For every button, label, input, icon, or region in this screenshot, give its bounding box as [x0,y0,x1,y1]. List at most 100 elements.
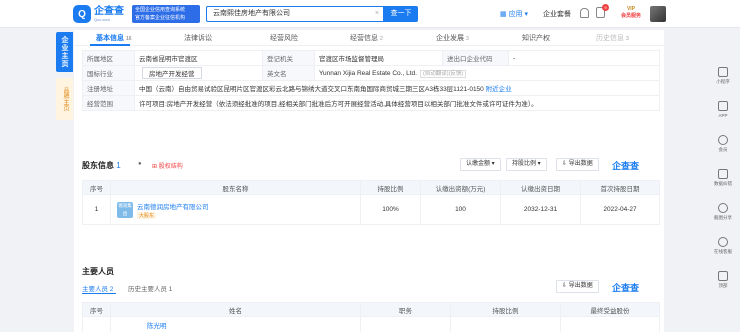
search-value: 云南熙佳房地产有限公司 [213,10,290,17]
shareholders-table: 序号 股东名称 持股比例 认缴出资额(万元) 认缴出资日期 首次持股日期 1 德… [82,180,660,225]
en-name-cell: Yunnan Xijia Real Estate Co., Ltd. (自动翻译)… [314,65,660,81]
p-col-benefit: 最终受益股份 [560,302,660,317]
phone-icon[interactable] [580,8,589,18]
en-name-note[interactable]: (自动翻译)(反馈) [419,70,467,78]
ad-banner[interactable]: 全国企业信用查询系统 官方备案企业征信机构 [132,5,200,23]
tab-risk[interactable]: 经营风险 [270,33,298,43]
message-badge: 9 [602,4,609,11]
ad-line-2: 官方备案企业征信机构 [135,15,186,21]
back-to-top-button[interactable]: 顶部 [708,271,738,301]
basic-info-table: 所属地区 云南省昆明市官渡区 登记机关 官渡区市场监督管理局 进出口企业代码 -… [82,50,660,111]
export-shareholders-button[interactable]: ⇩ 导出数据 [556,158,599,171]
online-service-button[interactable]: 在线客服 [708,237,738,267]
industry-label: 国标行业 [82,65,135,81]
member-icon [718,135,728,145]
reg-org-label: 登记机关 [262,50,315,66]
ie-code-value: - [508,50,660,66]
app-menu[interactable]: ▦ 应用 ▾ [500,9,528,19]
reg-org-value: 官渡区市场监督管理局 [314,50,443,66]
personnel-table: 序号 姓名 职务 持股比例 最终受益股份 陈光明 [82,302,660,332]
export-personnel-button[interactable]: ⇩ 导出数据 [556,280,599,293]
p-col-name: 姓名 [110,302,361,317]
p-col-ratio: 持股比例 [450,302,561,317]
p-col-position: 职务 [360,302,451,317]
qcc-logo[interactable]: Q 企查查 Qcc.com [73,4,124,24]
search-input[interactable]: 云南熙佳房地产有限公司 × [206,6,384,22]
address-cell: 中国（云南）自由贸易试验区昆明片区官渡区彩云北路与锦绣大道交叉口东南角国际商贸城… [134,80,660,96]
tab-legal[interactable]: 法律诉讼 [184,33,212,43]
top-bar: Q 企查查 Qcc.com 全国企业信用查询系统 官方备案企业征信机构 云南熙佳… [0,0,740,28]
col-first-date[interactable]: 首次持股日期 [580,180,660,195]
row-amount: 100 [420,194,501,225]
logo-subtext: Qcc.com [94,17,110,22]
miniprogram-button[interactable]: 小程序 [708,67,738,97]
row-index: 1 [82,194,111,225]
logo-text: 企查查 [94,6,124,17]
enterprise-menu[interactable]: 企业套餐 [543,9,571,19]
clear-icon[interactable]: × [375,7,379,21]
ratio-filter[interactable]: 持股比例 ▾ [506,158,547,171]
shareholder-logo: 德润集团 [117,201,133,218]
industry-value[interactable]: 房地产开发经营 [142,67,202,79]
search-button[interactable]: 查一下 [384,6,418,22]
tab-history-personnel[interactable]: 历史主要人员 1 [128,283,172,293]
logo-mark-icon: Q [73,5,91,23]
scope-value: 许可项目:房地产开发经营（依法须经批准的项目,经相关部门批准后方可开展经营活动,… [134,95,660,111]
row-name-cell: 德润集团 云南德润房地产有限公司 大股东 [110,194,361,225]
industry-cell: 房地产开发经营 [134,65,263,81]
miniprogram-icon [718,67,728,77]
table-row: 陈光明 [82,316,660,332]
brand-watermark: 企查查 [612,161,640,171]
ie-code-label: 进出口企业代码 [442,50,509,66]
nearby-companies-link[interactable]: 附近企业 [486,86,512,93]
sub-tab-indicator [82,293,116,294]
app-icon [718,101,728,111]
correction-icon [718,169,728,179]
side-tab-brand[interactable]: 品牌主页 [56,78,73,120]
equity-structure-link[interactable]: ⊞ 股权结构 [152,161,183,170]
avatar[interactable] [650,6,666,22]
row-paid-date: 2032-12-31 [500,194,581,225]
vip-button[interactable]: VIP 会员服务 [618,6,644,22]
member-button[interactable]: 会员 [708,135,738,165]
tab-operation[interactable]: 经营信息 2 [350,33,383,43]
top-arrow-icon [718,271,728,281]
personnel-title: 主要人员 [82,267,114,276]
tab-current-personnel[interactable]: 主要人员 2 [82,283,113,293]
en-name-label: 英文名 [262,65,315,81]
major-shareholder-tag: 大股东 [137,211,157,219]
col-paid-date[interactable]: 认缴出资日期 [500,180,581,195]
right-float-bar: 小程序 APP 会员 数据纠错 截图分享 在线客服 顶部 [708,63,738,301]
en-name-value: Yunnan Xijia Real Estate Co., Ltd. [319,70,417,77]
tab-basic-info[interactable]: 基本信息 16 [96,33,132,43]
side-tab-company[interactable]: 企业主页 [56,32,73,72]
tab-history[interactable]: 历史信息 3 [596,33,629,43]
col-name: 股东名称 [110,180,361,195]
shareholder-name-link[interactable]: 云南德润房地产有限公司 [137,201,209,211]
col-amount[interactable]: 认缴出资额(万元) [420,180,501,195]
section-tabs: 基本信息 16 法律诉讼 经营风险 经营信息 2 企业发展 3 知识产权 历史信息 3 [74,30,664,46]
shareholders-title: 股东信息 1 [82,161,121,170]
table-row: 1 德润集团 云南德润房地产有限公司 大股东 100% 100 2032-12-… [82,194,660,225]
tab-development[interactable]: 企业发展 3 [436,33,469,43]
tab-ip[interactable]: 知识产权 [522,33,550,43]
ad-line-1: 全国企业信用查询系统 [135,7,186,13]
person-name-link[interactable]: 陈光明 [147,323,167,330]
screenshot-icon [718,203,728,213]
address-value: 中国（云南）自由贸易试验区昆明片区官渡区彩云北路与锦绣大道交叉口东南角国际商贸城… [139,86,484,93]
main-card: 基本信息 16 法律诉讼 经营风险 经营信息 2 企业发展 3 知识产权 历史信息 3 … [74,30,664,332]
col-ratio[interactable]: 持股比例 [360,180,421,195]
app-button[interactable]: APP [708,101,738,131]
brand-watermark-2: 企查查 [612,283,640,293]
address-label: 注册地址 [82,80,135,96]
screenshot-share-button[interactable]: 截图分享 [708,203,738,233]
region-value: 云南省昆明市官渡区 [134,50,263,66]
vip-label: VIP [626,6,636,12]
service-icon [718,237,728,247]
shareholders-info-icon[interactable]: ● [138,161,142,167]
col-index: 序号 [82,180,111,195]
data-correction-button[interactable]: 数据纠错 [708,169,738,199]
paid-amount-filter[interactable]: 认缴金额 ▾ [460,158,501,171]
row-first-date: 2022-04-27 [580,194,660,225]
p-col-index: 序号 [82,302,111,317]
